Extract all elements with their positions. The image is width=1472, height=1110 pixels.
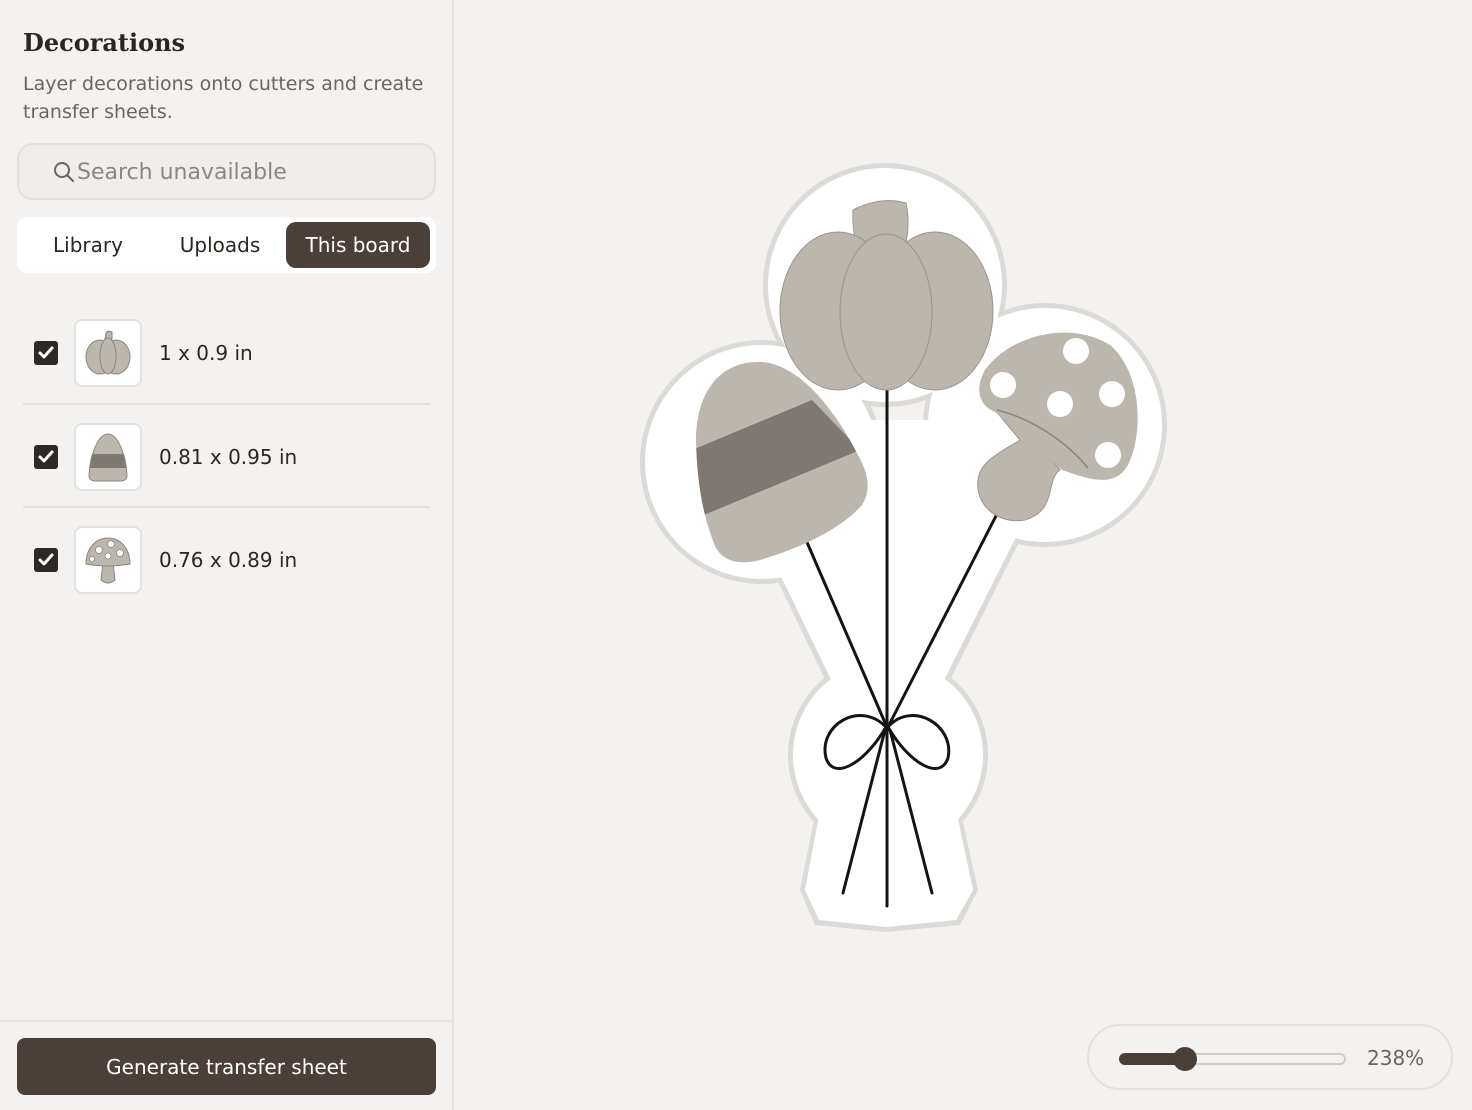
footer-divider [0,1020,452,1022]
decoration-item-candy-corn[interactable]: 0.81 x 0.95 in [23,405,430,508]
checkmark-icon [38,346,54,359]
item-dimensions: 1 x 0.9 in [159,341,253,365]
item-dimensions: 0.81 x 0.95 in [159,445,298,469]
source-tabs: Library Uploads This board [17,217,436,273]
zoom-slider-handle[interactable] [1173,1047,1197,1071]
zoom-percentage: 238% [1367,1046,1425,1070]
tab-uploads[interactable]: Uploads [153,222,287,268]
search-icon [53,161,75,183]
decoration-item-mushroom[interactable]: 0.76 x 0.89 in [23,508,430,611]
search-box [17,143,436,200]
candy-corn-icon [88,433,128,482]
cookie-cutter-preview [640,163,1167,932]
item-checkbox[interactable] [34,445,58,469]
generate-transfer-sheet-button[interactable]: Generate transfer sheet [17,1038,436,1095]
checkmark-icon [38,450,54,463]
tab-library[interactable]: Library [21,222,155,268]
panel-subtitle: Layer decorations onto cutters and creat… [23,73,424,123]
mushroom-thumbnail [74,526,142,594]
item-dimensions: 0.76 x 0.89 in [159,548,298,572]
search-input[interactable] [77,155,417,189]
design-canvas[interactable] [456,0,1472,1110]
item-checkbox[interactable] [34,548,58,572]
checkmark-icon [38,553,54,566]
zoom-control: 238% [1087,1024,1453,1090]
mushroom-icon [85,537,131,584]
candy-corn-thumbnail [74,423,142,491]
decorations-sidebar: Decorations Layer decorations onto cutte… [0,0,454,1110]
item-checkbox[interactable] [34,341,58,365]
decoration-item-pumpkin[interactable]: 1 x 0.9 in [23,302,430,405]
tab-this-board[interactable]: This board [286,222,430,268]
pumpkin-icon [85,330,131,375]
panel-title: Decorations [23,28,186,57]
pumpkin-thumbnail [74,319,142,387]
